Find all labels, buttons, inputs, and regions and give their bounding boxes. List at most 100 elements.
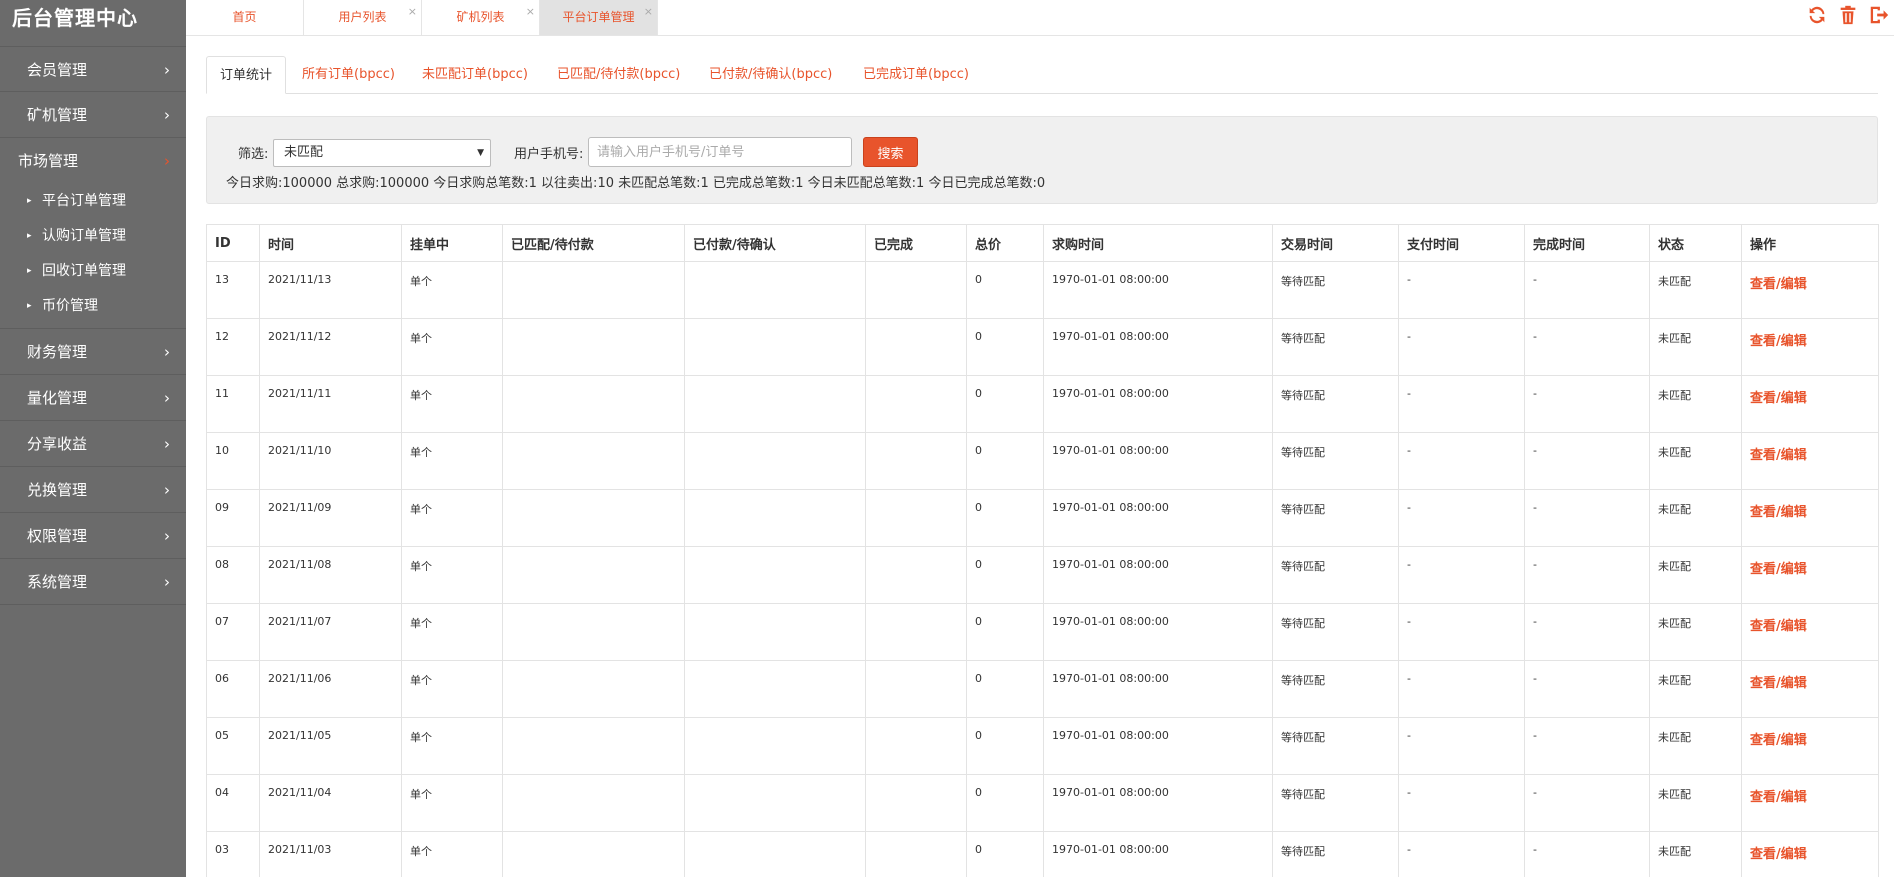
table-cell: -: [1398, 831, 1525, 877]
top-tab-platform-orders[interactable]: 平台订单管理 ×: [540, 0, 658, 35]
sidebar-item-label: 兑换管理: [27, 481, 88, 499]
column-header: 已匹配/待付款: [502, 224, 685, 262]
column-header: 挂单中: [401, 224, 503, 262]
table-cell: 06: [206, 660, 260, 718]
sidebar-subitem-platform-orders[interactable]: ▸ 平台订单管理: [0, 184, 186, 219]
close-icon[interactable]: ×: [408, 0, 417, 29]
subtab-order-stats[interactable]: 订单统计: [206, 56, 286, 94]
table-cell: [865, 717, 967, 775]
table-cell: [684, 489, 866, 547]
orders-table: ID 时间 挂单中 已匹配/待付款 已付款/待确认 已完成 总价 求购时间 交易时间 支付时间 完成…: [206, 224, 1879, 877]
sidebar-item-permissions[interactable]: 权限管理 ›: [0, 513, 186, 559]
top-tab-label: 矿机列表: [456, 10, 505, 24]
table-cell: [502, 660, 685, 718]
table-cell: 等待匹配: [1272, 603, 1399, 661]
table-row: 04 2021/11/04 单个 0 1970-01-01 08:00:00 等待匹配 - -…: [206, 774, 1879, 832]
subtab-completed-orders[interactable]: 已完成订单(bpcc): [863, 56, 969, 94]
view-edit-link[interactable]: 查看/编辑: [1750, 391, 1807, 406]
top-tab-label: 首页: [232, 10, 257, 24]
table-cell: 未匹配: [1649, 318, 1742, 376]
table-cell: 0: [966, 261, 1044, 319]
table-cell-actions: 查看/编辑: [1741, 375, 1879, 433]
order-subtabs: 订单统计 所有订单(bpcc) 未匹配订单(bpcc) 已匹配/待付款(bpcc…: [206, 56, 1878, 94]
sidebar-subitem-label: 回收订单管理: [42, 263, 126, 279]
table-cell: [684, 432, 866, 490]
sidebar-item-quant[interactable]: 量化管理 ›: [0, 375, 186, 421]
top-tab-miner-list[interactable]: 矿机列表 ×: [422, 0, 540, 35]
table-cell: [865, 831, 967, 877]
view-edit-link[interactable]: 查看/编辑: [1750, 334, 1807, 349]
table-cell: 1970-01-01 08:00:00: [1043, 375, 1273, 433]
table-cell: 未匹配: [1649, 717, 1742, 775]
table-cell: 等待匹配: [1272, 318, 1399, 376]
top-tab-home[interactable]: 首页: [186, 0, 304, 35]
subtab-paid-pending-confirm[interactable]: 已付款/待确认(bpcc): [709, 56, 832, 94]
table-cell-actions: 查看/编辑: [1741, 489, 1879, 547]
close-icon[interactable]: ×: [526, 0, 535, 29]
refresh-icon[interactable]: [1804, 4, 1830, 32]
table-cell: 13: [206, 261, 260, 319]
trash-icon[interactable]: [1835, 4, 1861, 32]
table-cell: -: [1398, 546, 1525, 604]
column-header: ID: [206, 224, 260, 262]
close-icon[interactable]: ×: [644, 0, 653, 29]
table-cell: 未匹配: [1649, 432, 1742, 490]
top-tab-user-list[interactable]: 用户列表 ×: [304, 0, 422, 35]
sidebar-item-miners[interactable]: 矿机管理 ›: [0, 92, 186, 138]
table-cell: 08: [206, 546, 260, 604]
table-cell: 2021/11/04: [259, 774, 402, 832]
chevron-right-icon: ›: [164, 435, 170, 453]
view-edit-link[interactable]: 查看/编辑: [1750, 448, 1807, 463]
sidebar-item-exchange[interactable]: 兑换管理 ›: [0, 467, 186, 513]
table-cell: 未匹配: [1649, 774, 1742, 832]
table-cell: 1970-01-01 08:00:00: [1043, 489, 1273, 547]
table-cell: 未匹配: [1649, 660, 1742, 718]
sidebar-item-system[interactable]: 系统管理 ›: [0, 559, 186, 605]
column-header: 交易时间: [1272, 224, 1399, 262]
subtab-all-orders[interactable]: 所有订单(bpcc): [302, 56, 395, 94]
table-row: 11 2021/11/11 单个 0 1970-01-01 08:00:00 等待匹配 - -…: [206, 375, 1879, 433]
table-cell-actions: 查看/编辑: [1741, 717, 1879, 775]
sidebar-subitem-subscription-orders[interactable]: ▸ 认购订单管理: [0, 219, 186, 254]
phone-search-input[interactable]: [588, 137, 852, 167]
table-cell: 未匹配: [1649, 261, 1742, 319]
table-cell: -: [1398, 774, 1525, 832]
column-header: 操作: [1741, 224, 1879, 262]
chevron-right-icon: ›: [164, 389, 170, 407]
view-edit-link[interactable]: 查看/编辑: [1750, 733, 1807, 748]
table-cell: 0: [966, 603, 1044, 661]
search-button[interactable]: 搜索: [863, 137, 918, 167]
table-cell: 05: [206, 717, 260, 775]
table-cell: [865, 318, 967, 376]
triangle-right-icon: ▸: [27, 231, 32, 241]
view-edit-link[interactable]: 查看/编辑: [1750, 619, 1807, 634]
brand-title: 后台管理中心: [12, 6, 138, 30]
table-cell: 1970-01-01 08:00:00: [1043, 261, 1273, 319]
sidebar-item-label: 财务管理: [27, 343, 88, 361]
sidebar-item-finance[interactable]: 财务管理 ›: [0, 329, 186, 375]
table-cell-actions: 查看/编辑: [1741, 261, 1879, 319]
sidebar-item-members[interactable]: 会员管理 ›: [0, 46, 186, 92]
sidebar-subitem-recycle-orders[interactable]: ▸ 回收订单管理: [0, 254, 186, 289]
view-edit-link[interactable]: 查看/编辑: [1750, 562, 1807, 577]
sidebar-subitem-label: 币价管理: [42, 298, 98, 314]
table-cell: 2021/11/09: [259, 489, 402, 547]
table-row: 03 2021/11/03 单个 0 1970-01-01 08:00:00 等待匹配 - -…: [206, 831, 1879, 877]
sidebar-item-market[interactable]: 市场管理 ›: [0, 138, 186, 184]
view-edit-link[interactable]: 查看/编辑: [1750, 847, 1807, 862]
status-select[interactable]: 未匹配 ▼: [273, 139, 491, 167]
sidebar-subitem-coin-price[interactable]: ▸ 币价管理: [0, 289, 186, 324]
table-cell: 07: [206, 603, 260, 661]
logout-icon[interactable]: [1866, 4, 1892, 32]
view-edit-link[interactable]: 查看/编辑: [1750, 676, 1807, 691]
subtab-unmatched-orders[interactable]: 未匹配订单(bpcc): [422, 56, 528, 94]
table-cell: [502, 546, 685, 604]
table-cell: 04: [206, 774, 260, 832]
view-edit-link[interactable]: 查看/编辑: [1750, 277, 1807, 292]
sidebar-item-share-income[interactable]: 分享收益 ›: [0, 421, 186, 467]
table-cell: -: [1524, 375, 1650, 433]
subtab-matched-pending-payment[interactable]: 已匹配/待付款(bpcc): [557, 56, 680, 94]
table-cell: 0: [966, 717, 1044, 775]
view-edit-link[interactable]: 查看/编辑: [1750, 790, 1807, 805]
view-edit-link[interactable]: 查看/编辑: [1750, 505, 1807, 520]
